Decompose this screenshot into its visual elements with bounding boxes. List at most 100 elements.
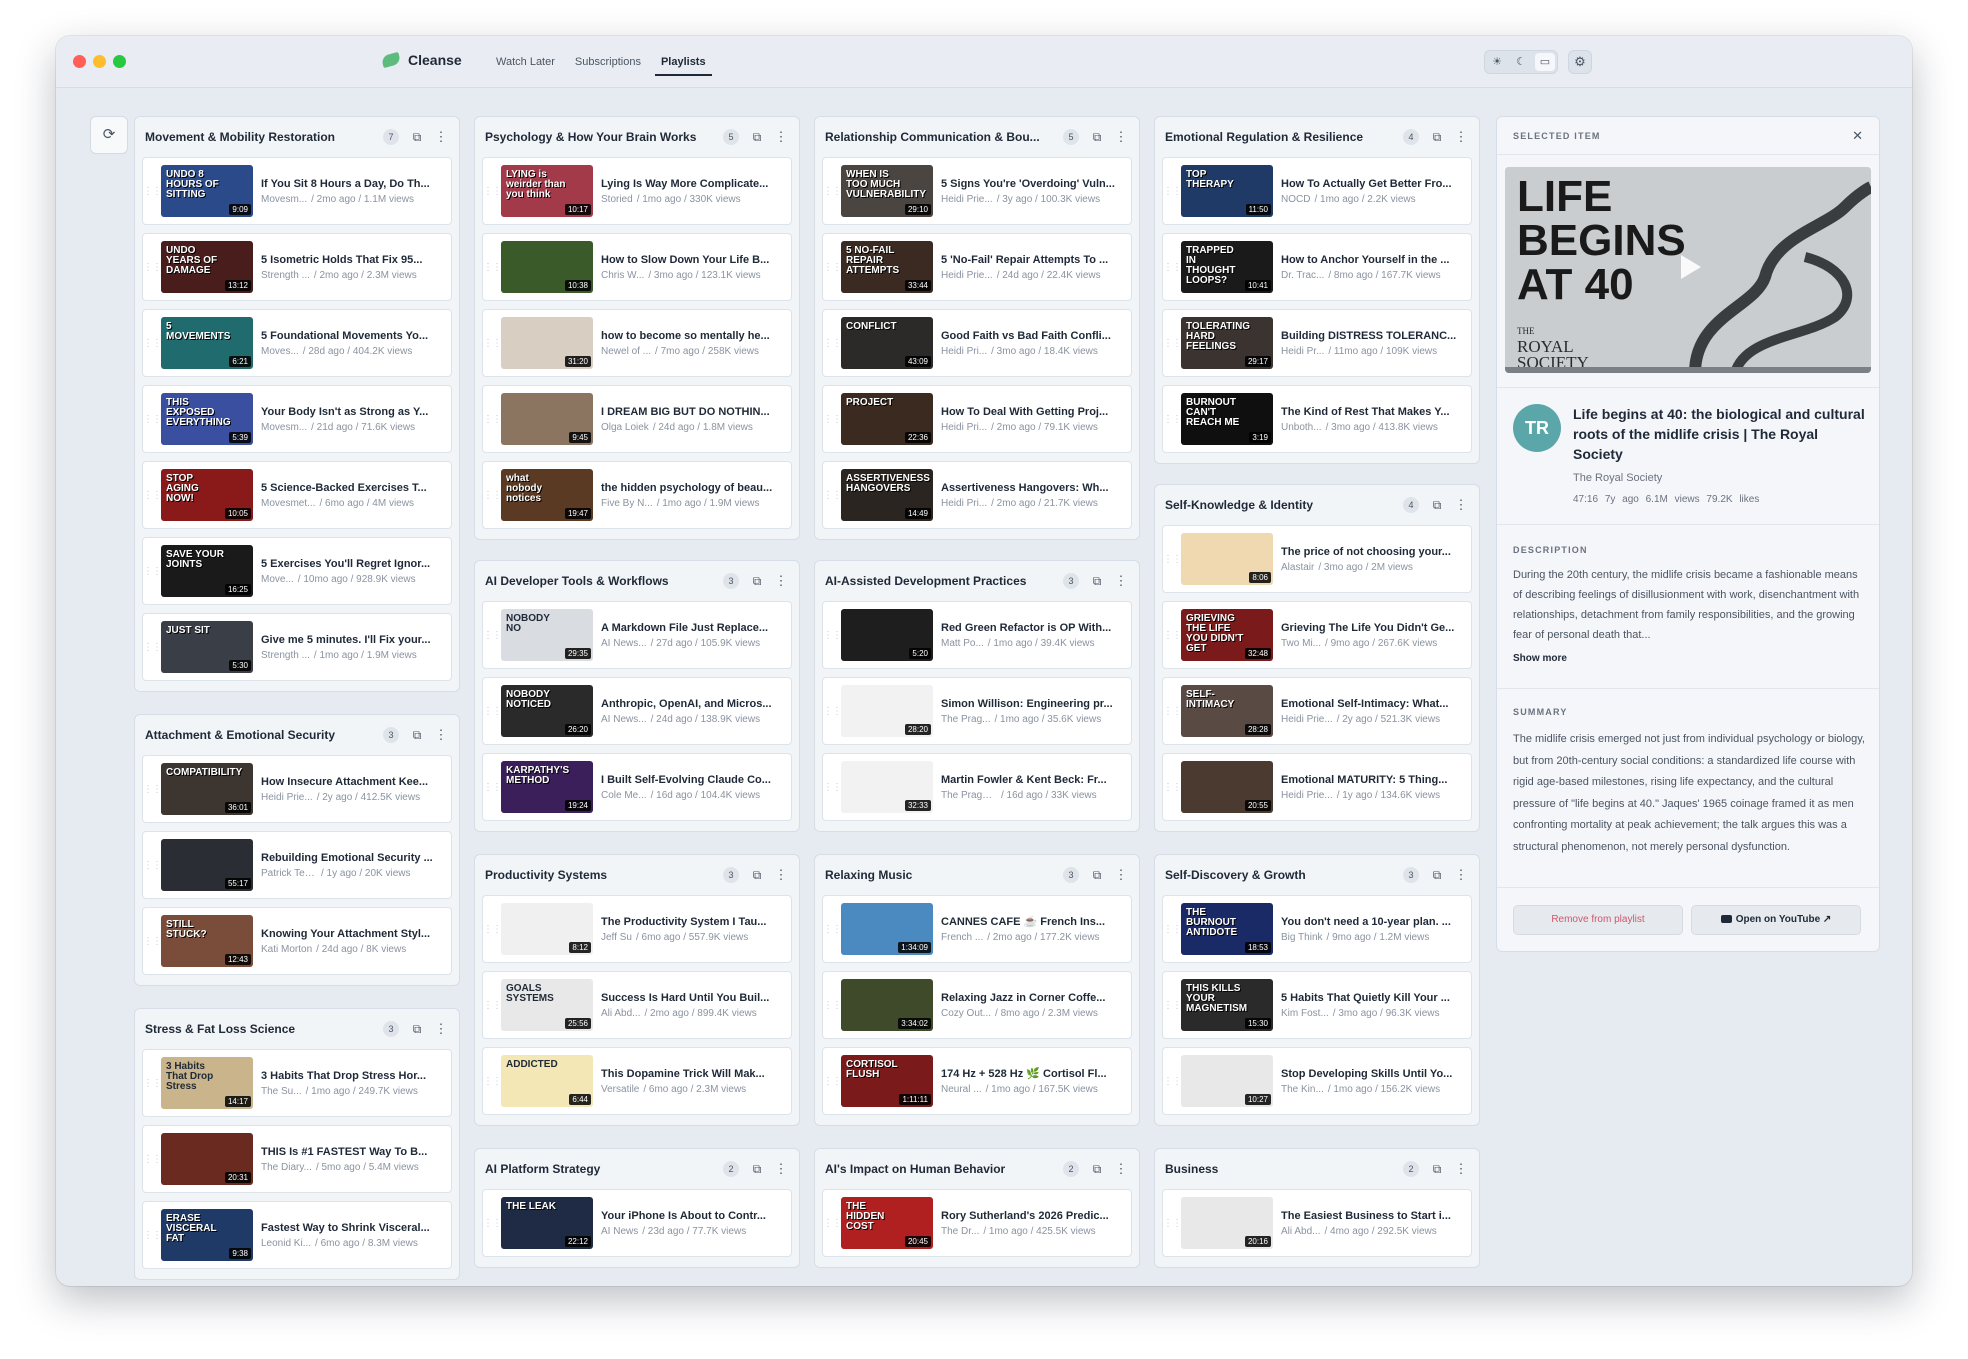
- video-title[interactable]: How to Slow Down Your Life B...: [601, 254, 791, 266]
- playlist-title[interactable]: Attachment & Emotional Security: [145, 728, 377, 742]
- video-thumbnail[interactable]: 1:34:09: [841, 903, 933, 955]
- drag-handle-icon[interactable]: ⋮⋮: [143, 262, 162, 273]
- more-options-icon[interactable]: ⋮: [773, 129, 789, 145]
- video-list-item[interactable]: ⋮⋮ TRAPPED IN THOUGHT LOOPS? 10:41 How to A…: [1162, 233, 1472, 301]
- external-link-icon[interactable]: ⧉: [409, 130, 425, 145]
- video-list-item[interactable]: ⋮⋮ STOP AGING NOW! 10:05 5 Science-Backed E…: [142, 461, 452, 529]
- video-list-item[interactable]: ⋮⋮ WHEN IS TOO MUCH VULNERABILITY 29:10 5 S…: [822, 157, 1132, 225]
- video-title[interactable]: Assertiveness Hangovers: Wh...: [941, 482, 1131, 494]
- tab-subscriptions[interactable]: Subscriptions: [565, 36, 651, 88]
- drag-handle-icon[interactable]: ⋮⋮: [823, 490, 842, 501]
- zoom-window-button[interactable]: [113, 55, 126, 68]
- video-thumbnail[interactable]: PROJECT 22:36: [841, 393, 933, 445]
- video-title[interactable]: 5 Isometric Holds That Fix 95...: [261, 254, 451, 266]
- video-list-item[interactable]: ⋮⋮ GOALS SYSTEMS 25:56 Success Is Hard Unti…: [482, 971, 792, 1039]
- video-list-item[interactable]: ⋮⋮ THE HIDDEN COST 20:45 Rory Sutherland's …: [822, 1189, 1132, 1257]
- drag-handle-icon[interactable]: ⋮⋮: [1163, 630, 1182, 641]
- video-list-item[interactable]: ⋮⋮ UNDO 8 HOURS OF SITTING 9:09 If You Sit …: [142, 157, 452, 225]
- video-thumbnail[interactable]: ERASE VISCERAL FAT 9:38: [161, 1209, 253, 1261]
- video-title[interactable]: 174 Hz + 528 Hz 🌿 Cortisol Fl...: [941, 1067, 1131, 1080]
- video-title[interactable]: You don't need a 10-year plan. ...: [1281, 916, 1471, 928]
- playlist-title[interactable]: Emotional Regulation & Resilience: [1165, 130, 1397, 144]
- drag-handle-icon[interactable]: ⋮⋮: [143, 642, 162, 653]
- video-list-item[interactable]: ⋮⋮ 5 NO-FAIL REPAIR ATTEMPTS 33:44 5 'No-Fa…: [822, 233, 1132, 301]
- more-options-icon[interactable]: ⋮: [1113, 129, 1129, 145]
- video-thumbnail[interactable]: what nobody notices 19:47: [501, 469, 593, 521]
- drag-handle-icon[interactable]: ⋮⋮: [1163, 338, 1182, 349]
- drag-handle-icon[interactable]: ⋮⋮: [143, 566, 162, 577]
- video-list-item[interactable]: ⋮⋮ STILL STUCK? 12:43 Knowing Your Attachme…: [142, 907, 452, 975]
- drag-handle-icon[interactable]: ⋮⋮: [1163, 706, 1182, 717]
- video-title[interactable]: 5 Science-Backed Exercises T...: [261, 482, 451, 494]
- drag-handle-icon[interactable]: ⋮⋮: [483, 338, 502, 349]
- video-title[interactable]: Stop Developing Skills Until Yo...: [1281, 1068, 1471, 1080]
- video-title[interactable]: This Dopamine Trick Will Mak...: [601, 1068, 791, 1080]
- video-title[interactable]: Red Green Refactor is OP With...: [941, 622, 1131, 634]
- close-icon[interactable]: ✕: [1852, 128, 1863, 144]
- video-thumbnail[interactable]: 5 MOVEMENTS 6:21: [161, 317, 253, 369]
- more-options-icon[interactable]: ⋮: [1113, 1161, 1129, 1177]
- video-thumbnail[interactable]: 5:20: [841, 609, 933, 661]
- external-link-icon[interactable]: ⧉: [1429, 868, 1445, 883]
- video-thumbnail[interactable]: 20:31: [161, 1133, 253, 1185]
- drag-handle-icon[interactable]: ⋮⋮: [823, 924, 842, 935]
- drag-handle-icon[interactable]: ⋮⋮: [143, 936, 162, 947]
- video-thumbnail[interactable]: LYING is weirder than you think 10:17: [501, 165, 593, 217]
- drag-handle-icon[interactable]: ⋮⋮: [483, 262, 502, 273]
- video-list-item[interactable]: ⋮⋮ THE LEAK 22:12 Your iPhone Is About to C…: [482, 1189, 792, 1257]
- drag-handle-icon[interactable]: ⋮⋮: [483, 414, 502, 425]
- video-thumbnail[interactable]: NOBODY NO 29:35: [501, 609, 593, 661]
- video-list-item[interactable]: ⋮⋮ 1:34:09 CANNES CAFE ☕ French Ins... Fren…: [822, 895, 1132, 963]
- more-options-icon[interactable]: ⋮: [1453, 129, 1469, 145]
- playlist-title[interactable]: Psychology & How Your Brain Works: [485, 130, 717, 144]
- video-title[interactable]: Give me 5 minutes. I'll Fix your...: [261, 634, 451, 646]
- open-on-youtube-button[interactable]: Open on YouTube ↗: [1691, 905, 1861, 935]
- external-link-icon[interactable]: ⧉: [1429, 1162, 1445, 1177]
- video-thumbnail[interactable]: TRAPPED IN THOUGHT LOOPS? 10:41: [1181, 241, 1273, 293]
- drag-handle-icon[interactable]: ⋮⋮: [1163, 414, 1182, 425]
- close-window-button[interactable]: [73, 55, 86, 68]
- video-thumbnail[interactable]: 5 NO-FAIL REPAIR ATTEMPTS 33:44: [841, 241, 933, 293]
- playlist-title[interactable]: Stress & Fat Loss Science: [145, 1022, 377, 1036]
- video-title[interactable]: how to become so mentally he...: [601, 330, 791, 342]
- video-list-item[interactable]: ⋮⋮ THE BURNOUT ANTIDOTE 18:53 You don't nee…: [1162, 895, 1472, 963]
- drag-handle-icon[interactable]: ⋮⋮: [143, 860, 162, 871]
- external-link-icon[interactable]: ⧉: [1429, 498, 1445, 513]
- playlist-title[interactable]: Movement & Mobility Restoration: [145, 130, 377, 144]
- video-title[interactable]: Your Body Isn't as Strong as Y...: [261, 406, 451, 418]
- video-thumbnail[interactable]: COMPATIBILITY 36:01: [161, 763, 253, 815]
- drag-handle-icon[interactable]: ⋮⋮: [823, 1218, 842, 1229]
- video-list-item[interactable]: ⋮⋮ 8:06 The price of not choosing your... A…: [1162, 525, 1472, 593]
- show-more-button[interactable]: Show more: [1513, 653, 1865, 664]
- video-list-item[interactable]: ⋮⋮ LYING is weirder than you think 10:17 Ly…: [482, 157, 792, 225]
- gear-icon[interactable]: ⚙: [1568, 50, 1592, 74]
- video-list-item[interactable]: ⋮⋮ PROJECT 22:36 How To Deal With Getting P…: [822, 385, 1132, 453]
- drag-handle-icon[interactable]: ⋮⋮: [823, 1000, 842, 1011]
- video-thumbnail[interactable]: THIS KILLS YOUR MAGNETISM 15:30: [1181, 979, 1273, 1031]
- playlist-title[interactable]: AI's Impact on Human Behavior: [825, 1162, 1057, 1176]
- drag-handle-icon[interactable]: ⋮⋮: [1163, 924, 1182, 935]
- drag-handle-icon[interactable]: ⋮⋮: [483, 490, 502, 501]
- video-list-item[interactable]: ⋮⋮ TOP THERAPY 11:50 How To Actually Get Be…: [1162, 157, 1472, 225]
- video-list-item[interactable]: ⋮⋮ ASSERTIVENESS HANGOVERS 14:49 Assertiven…: [822, 461, 1132, 529]
- video-list-item[interactable]: ⋮⋮ 55:17 Rebuilding Emotional Security ...…: [142, 831, 452, 899]
- video-title[interactable]: 5 Exercises You'll Regret Ignor...: [261, 558, 451, 570]
- video-thumbnail[interactable]: STILL STUCK? 12:43: [161, 915, 253, 967]
- video-thumbnail[interactable]: UNDO 8 HOURS OF SITTING 9:09: [161, 165, 253, 217]
- drag-handle-icon[interactable]: ⋮⋮: [823, 414, 842, 425]
- video-title[interactable]: 3 Habits That Drop Stress Hor...: [261, 1070, 451, 1082]
- drag-handle-icon[interactable]: ⋮⋮: [483, 706, 502, 717]
- external-link-icon[interactable]: ⧉: [749, 574, 765, 589]
- video-list-item[interactable]: ⋮⋮ NOBODY NOTICED 26:20 Anthropic, OpenAI, …: [482, 677, 792, 745]
- video-thumbnail[interactable]: JUST SIT 5:30: [161, 621, 253, 673]
- video-title[interactable]: Anthropic, OpenAI, and Micros...: [601, 698, 791, 710]
- drag-handle-icon[interactable]: ⋮⋮: [143, 1154, 162, 1165]
- drag-handle-icon[interactable]: ⋮⋮: [143, 186, 162, 197]
- video-title[interactable]: CANNES CAFE ☕ French Ins...: [941, 915, 1131, 928]
- video-thumbnail[interactable]: UNDO YEARS OF DAMAGE 13:12: [161, 241, 253, 293]
- video-title[interactable]: How Insecure Attachment Kee...: [261, 776, 451, 788]
- external-link-icon[interactable]: ⧉: [409, 1022, 425, 1037]
- playlist-title[interactable]: Self-Knowledge & Identity: [1165, 498, 1397, 512]
- video-thumbnail[interactable]: SELF-INTIMACY 28:28: [1181, 685, 1273, 737]
- video-thumbnail[interactable]: 10:38: [501, 241, 593, 293]
